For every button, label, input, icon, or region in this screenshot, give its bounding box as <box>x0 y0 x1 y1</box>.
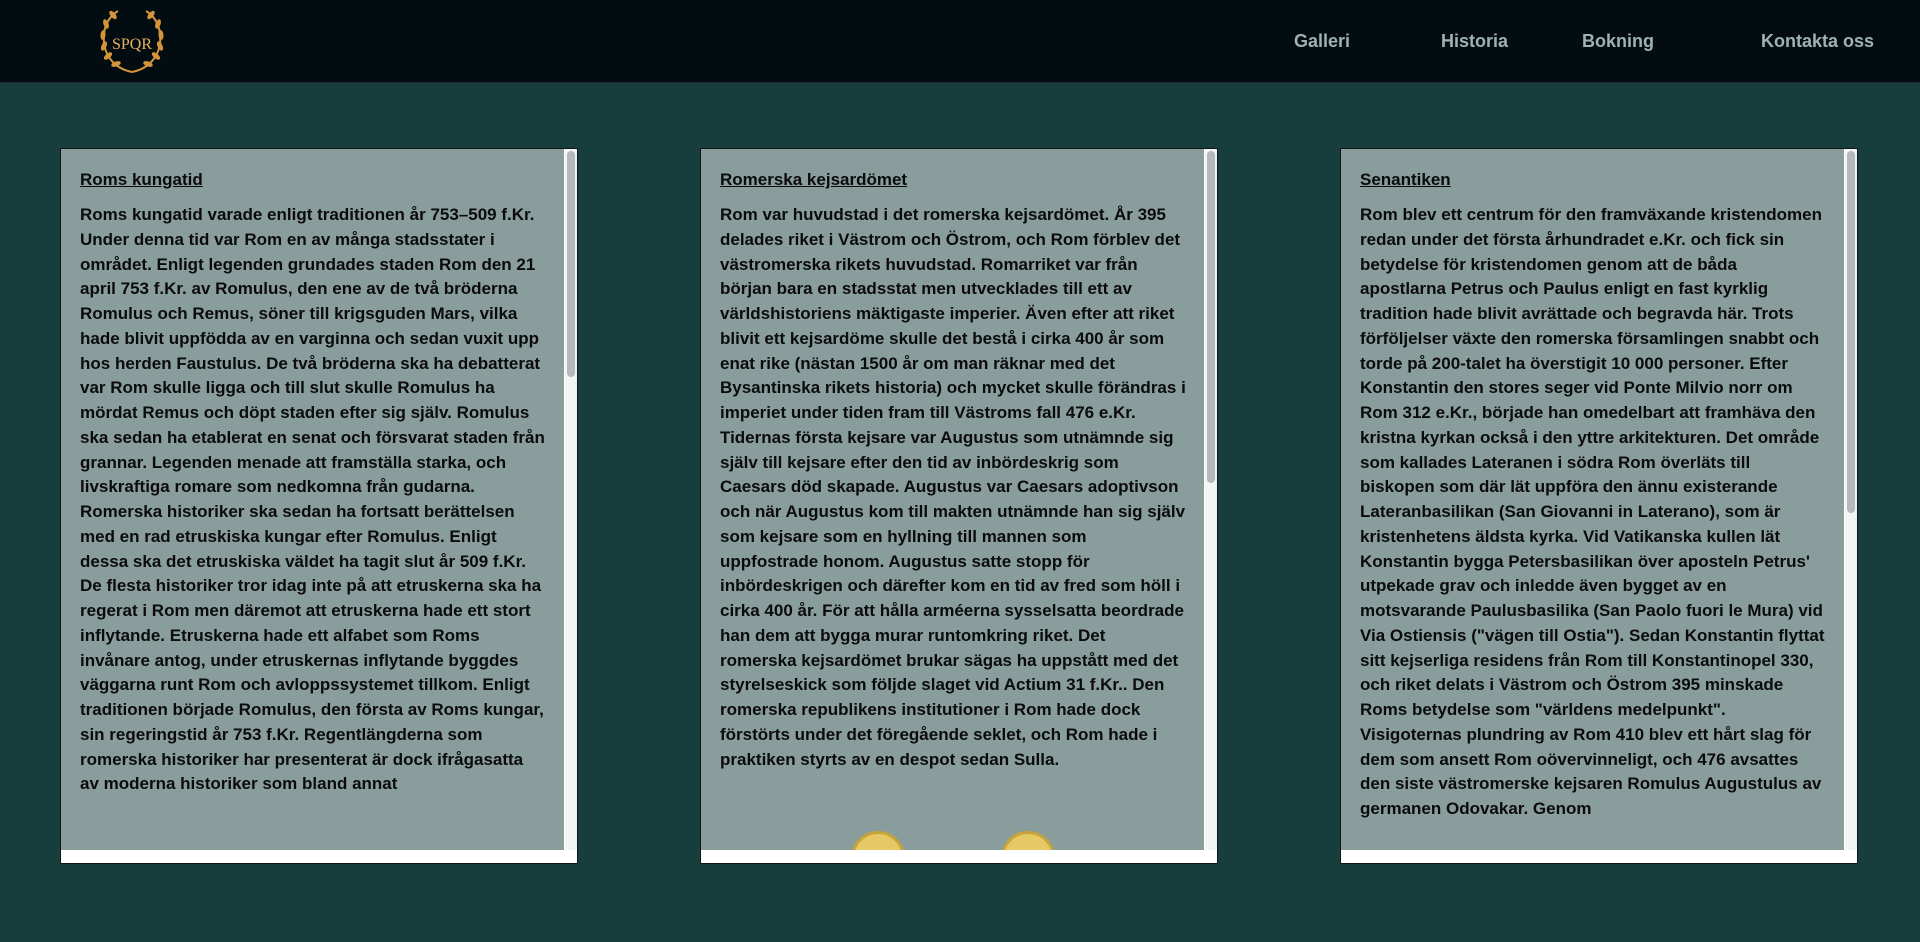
card-romerska-kejsardomet: Romerska kejsardömet Rom var huvudstad i… <box>700 148 1218 864</box>
coin-image <box>1001 831 1055 850</box>
card-text: Rom blev ett centrum för den framväxande… <box>1360 205 1825 818</box>
scrollbar-thumb[interactable] <box>1207 151 1215 483</box>
nav-link-galleri[interactable]: Galleri <box>1294 31 1350 52</box>
nav-link-kontakta-oss[interactable]: Kontakta oss <box>1761 31 1874 52</box>
scrollbar-track[interactable] <box>1205 149 1217 850</box>
scrollbar-thumb[interactable] <box>567 151 575 377</box>
logo-text: SPQR <box>112 36 152 53</box>
card-title: Romerska kejsardömet <box>720 170 908 189</box>
card-scroll-area[interactable]: Romerska kejsardömet Rom var huvudstad i… <box>701 149 1204 850</box>
card-text: Roms kungatid varade enligt traditionen … <box>80 205 545 794</box>
card-scroll-area[interactable]: Senantiken Rom blev ett centrum för den … <box>1341 149 1844 850</box>
card-title: Senantiken <box>1360 170 1451 189</box>
scrollbar-track[interactable] <box>1845 149 1857 850</box>
card-roms-kungatid: Roms kungatid Roms kungatid varade enlig… <box>60 148 578 864</box>
nav-link-historia[interactable]: Historia <box>1441 31 1508 52</box>
top-navbar: SPQR Galleri Historia Bokning Kontakta o… <box>0 0 1920 83</box>
coin-image <box>851 831 905 850</box>
card-senantiken: Senantiken Rom blev ett centrum för den … <box>1340 148 1858 864</box>
nav-link-bokning[interactable]: Bokning <box>1582 31 1654 52</box>
card-scroll-area[interactable]: Roms kungatid Roms kungatid varade enlig… <box>61 149 564 850</box>
card-title: Roms kungatid <box>80 170 203 189</box>
card-text: Rom var huvudstad i det romerska kejsard… <box>720 205 1186 769</box>
spqr-laurel-logo[interactable]: SPQR <box>96 6 168 78</box>
scrollbar-thumb[interactable] <box>1847 151 1855 513</box>
scrollbar-track[interactable] <box>565 149 577 850</box>
